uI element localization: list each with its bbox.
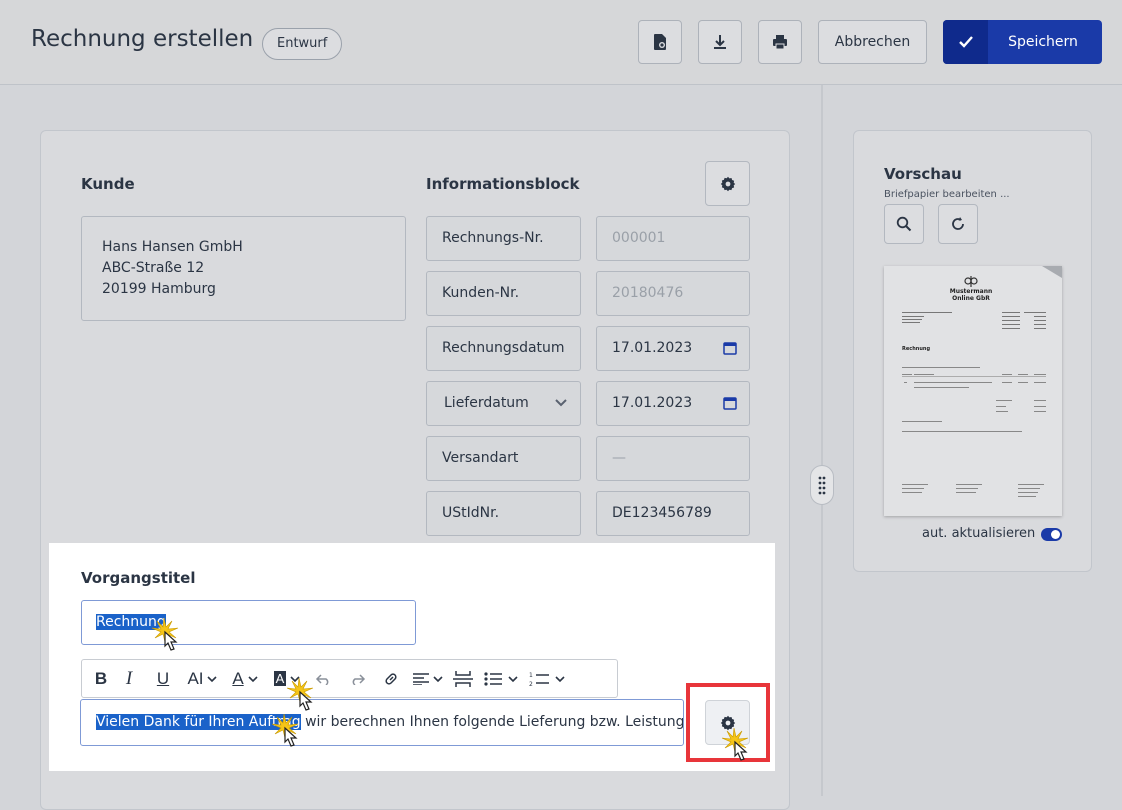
zoom-preview-button[interactable] — [884, 204, 924, 244]
preview-doc-title: Rechnung — [902, 346, 930, 352]
auto-update-toggle[interactable] — [1041, 528, 1062, 541]
resize-handle[interactable] — [810, 465, 834, 505]
invoice-date-label: Rechnungsdatum — [426, 326, 581, 371]
info-block-label: Informationsblock — [426, 175, 580, 193]
check-icon — [943, 20, 988, 64]
chevron-down-icon — [555, 399, 567, 407]
download-icon — [714, 35, 726, 49]
page-break-icon[interactable] — [448, 659, 478, 698]
intro-text-rest: wir berechnen Ihnen folgende Lieferung b… — [305, 714, 684, 730]
status-badge: Entwurf — [262, 28, 343, 60]
font-size-icon[interactable]: AI — [180, 659, 224, 698]
delivery-date-field[interactable]: 17.01.2023 — [596, 381, 750, 426]
vat-id-field[interactable]: DE123456789 — [596, 491, 750, 536]
bold-icon[interactable]: B — [90, 659, 112, 698]
preview-company-name: Online GbR — [952, 295, 990, 302]
numbered-list-icon[interactable]: 12 — [524, 659, 570, 698]
invoice-date-field[interactable]: 17.01.2023 — [596, 326, 750, 371]
search-icon — [896, 216, 912, 232]
refresh-icon — [952, 217, 964, 230]
panel-divider — [821, 85, 823, 796]
refresh-preview-button[interactable] — [938, 204, 978, 244]
cancel-button[interactable]: Abbrechen — [818, 20, 927, 64]
customer-address[interactable]: Hans Hansen GmbH ABC-Straße 12 20199 Ham… — [81, 216, 406, 321]
customer-number-label: Kunden-Nr. — [426, 271, 581, 316]
preview-title: Vorschau — [884, 165, 962, 183]
process-title-input[interactable]: Rechnung — [81, 600, 416, 645]
address-line: Hans Hansen GmbH — [102, 239, 243, 255]
click-cursor-icon — [287, 678, 314, 711]
click-cursor-icon — [152, 618, 179, 651]
gear-icon — [720, 176, 735, 191]
delivery-date-value: 17.01.2023 — [612, 395, 693, 411]
italic-icon[interactable]: I — [112, 659, 146, 698]
text-color-icon[interactable]: A — [224, 659, 266, 698]
page-title: Rechnung erstellen — [31, 26, 254, 52]
process-title-label: Vorgangstitel — [81, 569, 196, 587]
bullet-list-icon[interactable] — [478, 659, 524, 698]
vat-id-label: UStIdNr. — [426, 491, 581, 536]
svg-text:2: 2 — [529, 681, 533, 687]
link-icon[interactable] — [374, 659, 408, 698]
info-block-settings-button[interactable] — [705, 161, 750, 206]
document-preview-icon — [654, 34, 666, 50]
invoice-number-field[interactable]: 000001 — [596, 216, 750, 261]
calendar-icon[interactable] — [723, 396, 737, 410]
shipping-method-label: Versandart — [426, 436, 581, 481]
shipping-method-field[interactable]: — — [596, 436, 750, 481]
address-line: ABC-Straße 12 — [102, 260, 205, 276]
customer-number-field[interactable]: 20180476 — [596, 271, 750, 316]
click-cursor-icon — [722, 728, 749, 761]
invoice-number-label: Rechnungs-Nr. — [426, 216, 581, 261]
auto-update-label: aut. aktualisieren — [922, 526, 1036, 541]
selected-text: Vielen Dank für Ihren Auftrag — [96, 714, 301, 730]
drag-dots-icon — [818, 476, 826, 495]
underline-icon[interactable]: U — [146, 659, 180, 698]
invoice-date-value: 17.01.2023 — [612, 340, 693, 356]
download-button[interactable] — [698, 20, 742, 64]
customer-label: Kunde — [81, 175, 135, 193]
preview-document-button[interactable] — [638, 20, 682, 64]
address-line: 20199 Hamburg — [102, 281, 216, 297]
save-button[interactable]: Speichern — [943, 20, 1102, 64]
click-cursor-icon — [272, 714, 299, 747]
intro-text-input[interactable]: Vielen Dank für Ihren Auftrag wir berech… — [80, 699, 684, 746]
calendar-icon[interactable] — [723, 341, 737, 355]
delivery-date-label: Lieferdatum — [444, 395, 529, 411]
redo-icon[interactable] — [340, 659, 374, 698]
svg-text:1: 1 — [529, 672, 533, 679]
align-icon[interactable] — [408, 659, 448, 698]
delivery-date-select[interactable]: Lieferdatum — [426, 381, 581, 426]
invoice-preview-thumbnail[interactable]: Mustermann Online GbR Rechnung — [884, 266, 1062, 516]
preview-company-name: Mustermann — [950, 288, 993, 295]
printer-icon — [773, 35, 787, 50]
print-button[interactable] — [758, 20, 802, 64]
edit-letterhead-link[interactable]: Briefpapier bearbeiten ... — [884, 189, 1010, 200]
save-button-label: Speichern — [1008, 34, 1078, 50]
rich-text-toolbar: B I U AI A A 12 — [81, 659, 618, 698]
